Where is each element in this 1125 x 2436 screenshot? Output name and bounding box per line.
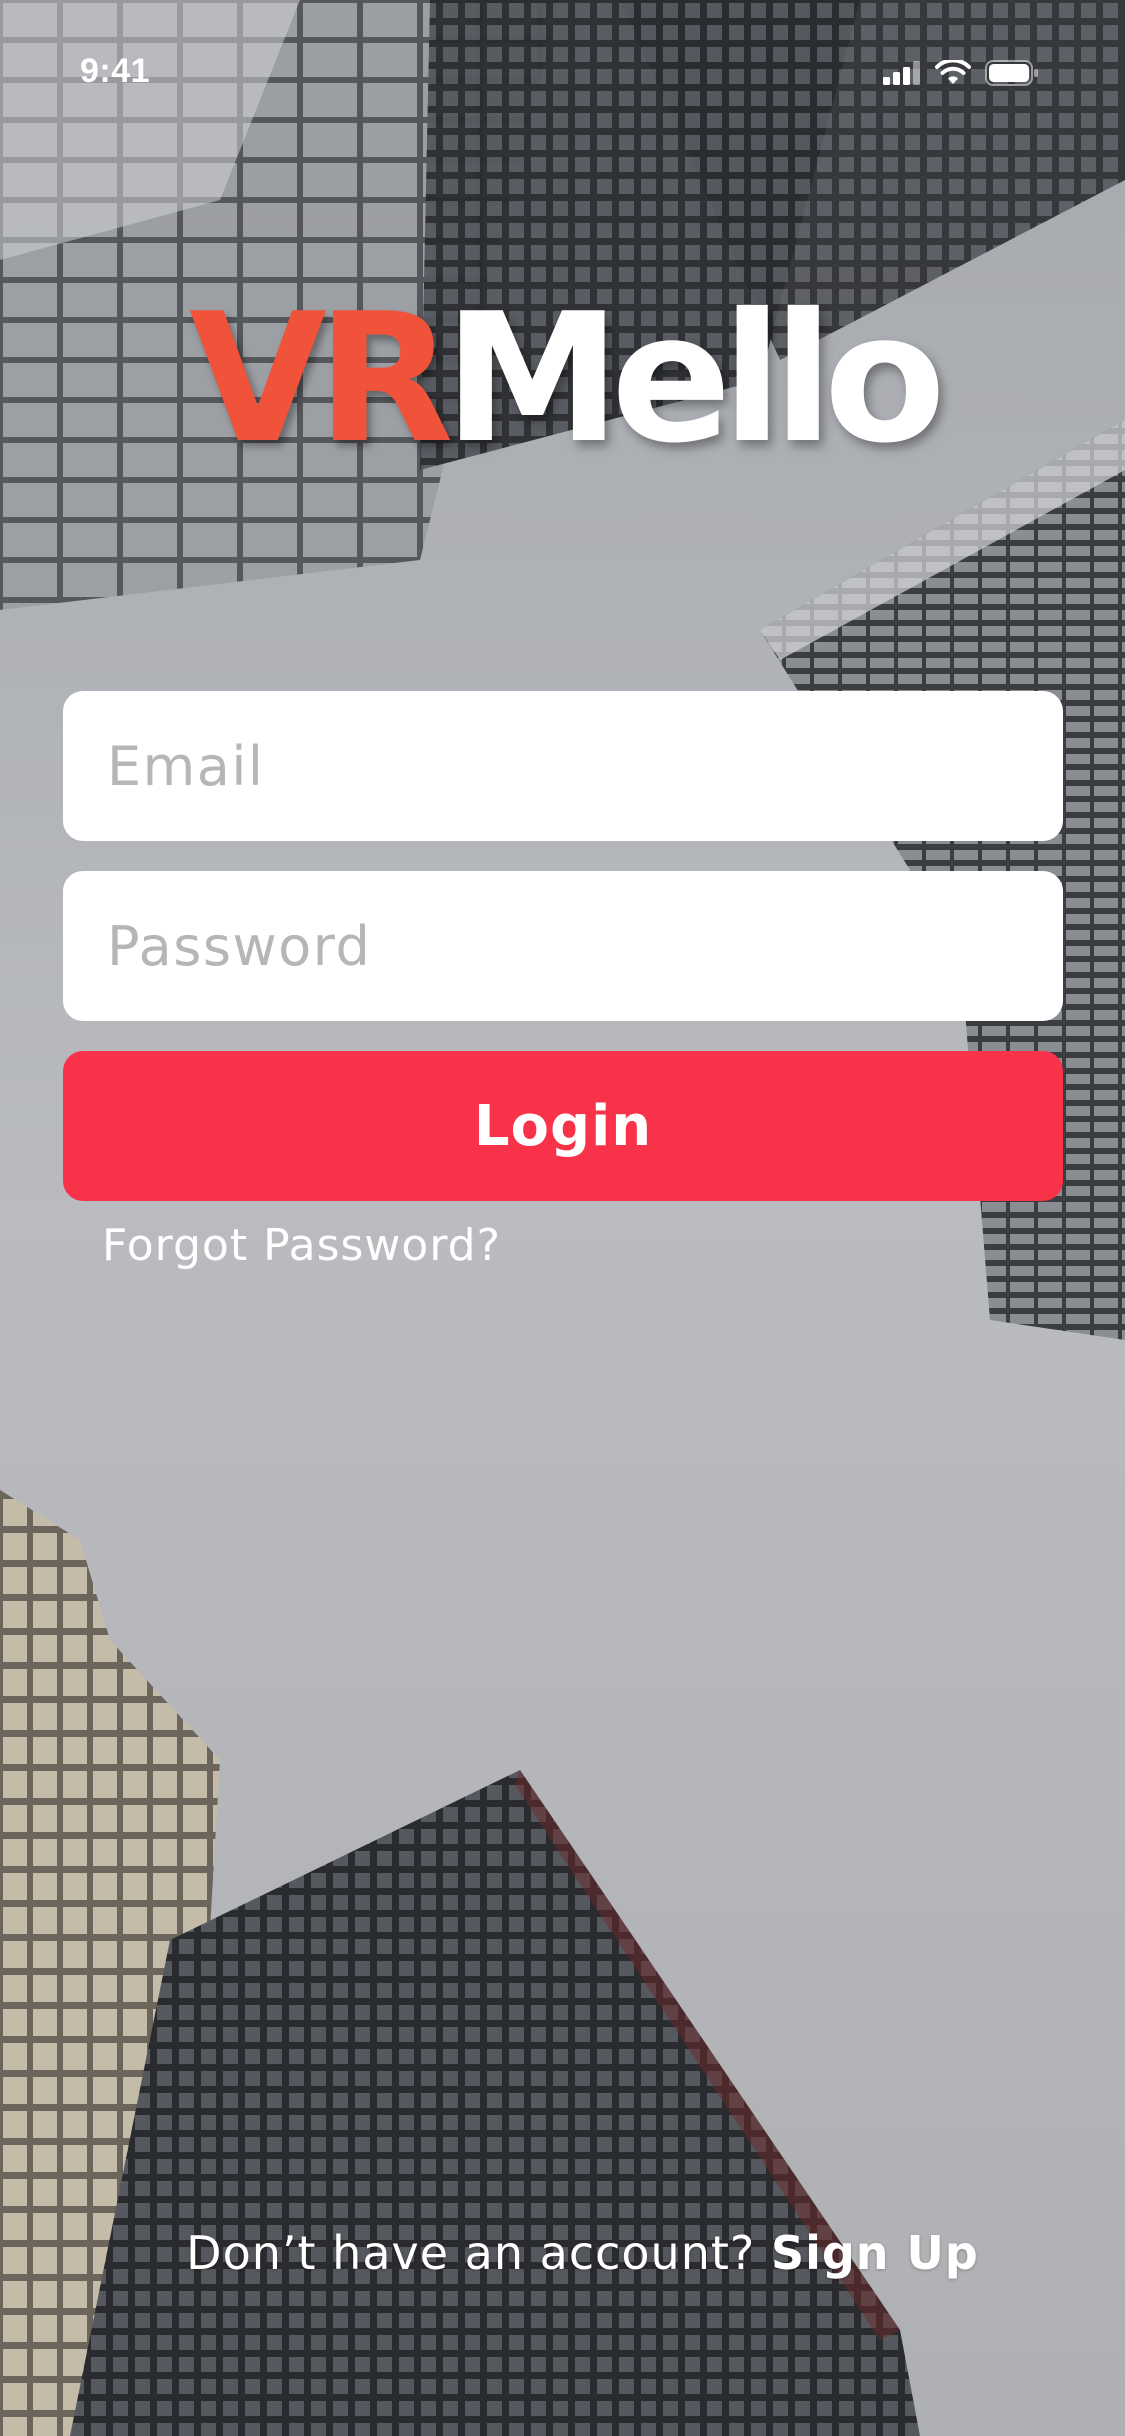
password-field[interactable] <box>63 871 1063 1021</box>
signup-prompt: Don’t have an account? Sign Up <box>0 2226 1125 2280</box>
battery-icon <box>985 60 1038 86</box>
signup-prompt-text: Don’t have an account? <box>186 2226 756 2280</box>
status-bar: 9:41 <box>0 0 1125 150</box>
status-icons <box>883 60 1039 86</box>
email-field[interactable] <box>63 691 1063 841</box>
forgot-password-link[interactable]: Forgot Password? <box>102 1220 501 1271</box>
signup-link[interactable]: Sign Up <box>771 2226 979 2280</box>
login-form: Login <box>63 691 1063 1201</box>
login-screen: 9:41 VRMello Login <box>0 0 1125 2436</box>
logo-mello-text: Mello <box>443 275 946 482</box>
status-time: 9:41 <box>80 52 151 90</box>
wifi-icon <box>935 60 971 84</box>
login-button[interactable]: Login <box>63 1051 1063 1201</box>
cellular-signal-icon <box>883 61 920 85</box>
app-logo: VRMello <box>0 290 1125 468</box>
logo-vr-text: VR <box>189 275 454 482</box>
